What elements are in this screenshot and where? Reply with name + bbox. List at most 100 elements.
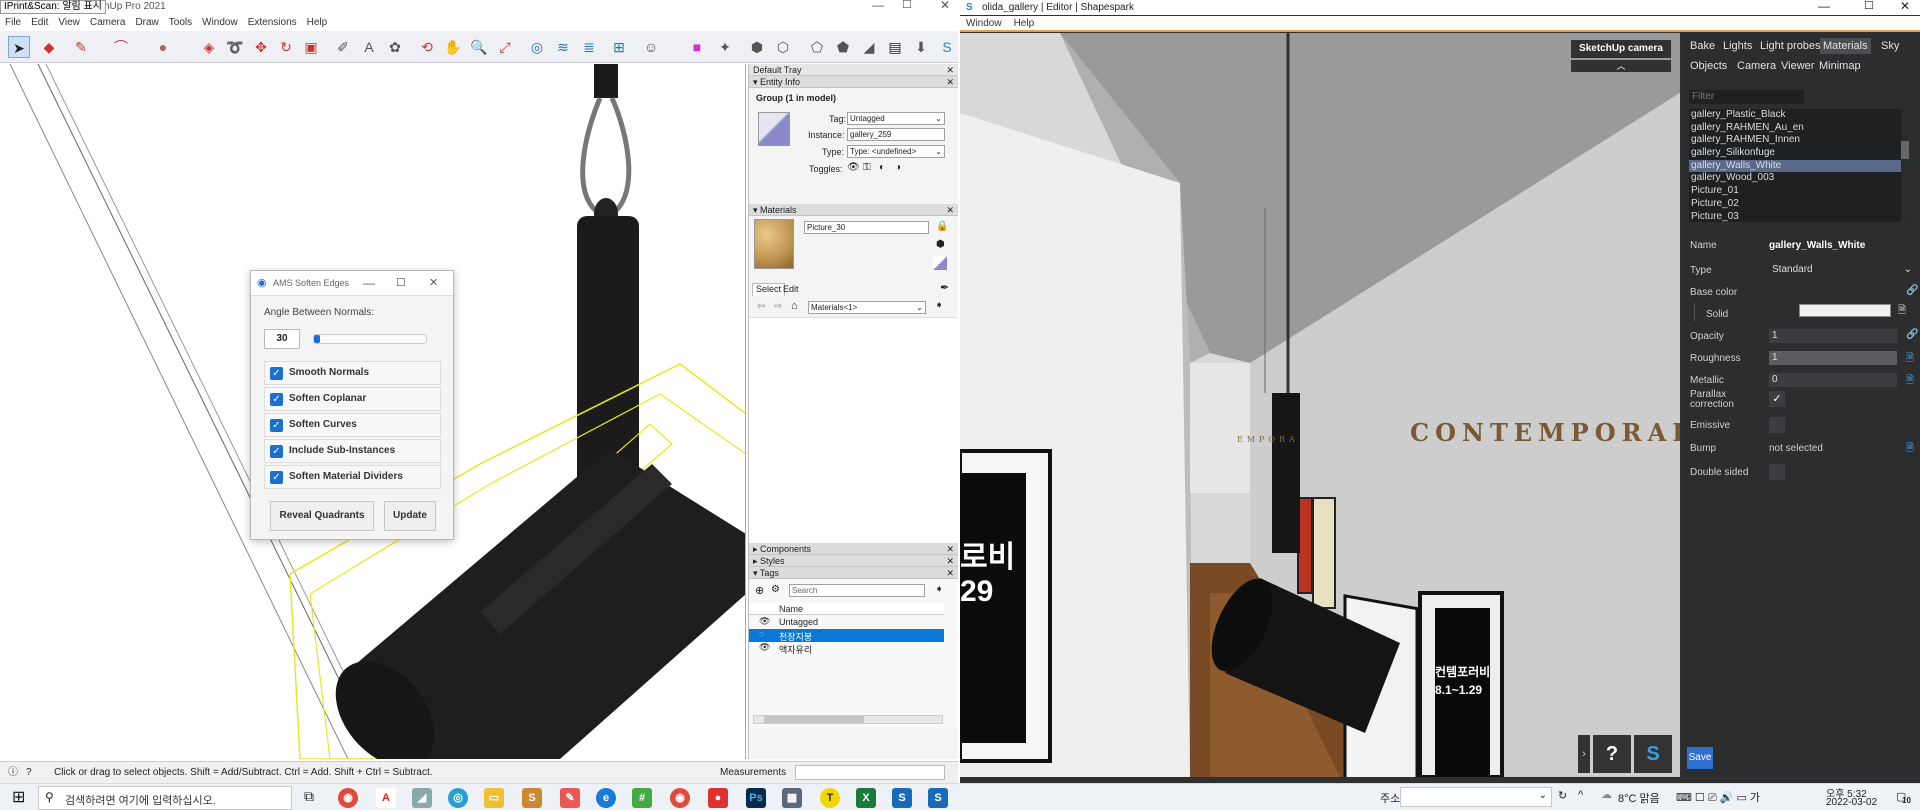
tab-lights[interactable]: Lights	[1720, 38, 1755, 54]
collapse-icon[interactable]: ︿	[1571, 60, 1671, 72]
opacity-input[interactable]: 1	[1769, 329, 1897, 343]
tag-row[interactable]: 👁 Untagged	[749, 616, 944, 629]
scale-tool-icon[interactable]: ▣	[300, 36, 322, 58]
arc-tool-icon[interactable]: ⌒	[110, 36, 132, 58]
shapespark-icon[interactable]: S	[936, 36, 958, 58]
eye-icon[interactable]: 👁	[847, 162, 860, 173]
measurements-input[interactable]	[795, 765, 945, 780]
scrollbar-thumb[interactable]	[764, 716, 864, 723]
weather-text[interactable]: 8°C 맑음	[1618, 790, 1660, 806]
dialog-maximize-icon[interactable]: ☐	[396, 271, 406, 296]
back-icon[interactable]: ⇦	[757, 301, 765, 312]
maximize-icon[interactable]: ☐	[902, 0, 912, 11]
follow-me-icon[interactable]: ➰	[224, 36, 246, 58]
move-tool-icon[interactable]: ✥	[250, 36, 272, 58]
tags-close-icon[interactable]: ✕	[946, 567, 954, 579]
sp-minimize-icon[interactable]: —	[1818, 0, 1830, 14]
clock-date[interactable]: 2022-03-02	[1826, 797, 1877, 808]
layers-icon[interactable]: ≋	[552, 36, 574, 58]
eyedropper-icon[interactable]: ✒	[940, 281, 949, 294]
pencil-tool-icon[interactable]: ✎	[70, 36, 92, 58]
texture-file-icon[interactable]: 🗎	[1906, 351, 1914, 368]
tag-select[interactable]: Untagged ⌄	[847, 112, 945, 125]
texture-file-icon[interactable]: 🗎	[1906, 373, 1914, 390]
rotate-tool-icon[interactable]: ↻	[275, 36, 297, 58]
material-item[interactable]: Picture_01	[1689, 185, 1909, 198]
shape-icon[interactable]: ⬠	[806, 36, 828, 58]
shadow-cast-icon[interactable]: ◐	[879, 162, 885, 173]
tab-light-probes[interactable]: Light probes	[1757, 38, 1824, 54]
tab-edit[interactable]: Edit	[783, 284, 799, 294]
tab-bake[interactable]: Bake	[1687, 38, 1718, 54]
tags-details-icon[interactable]: ➧	[935, 584, 943, 595]
instance-input[interactable]: gallery_259	[847, 128, 945, 141]
tab-minimap[interactable]: Minimap	[1816, 58, 1864, 74]
add-tag-icon[interactable]: ⊕	[755, 584, 764, 597]
link-icon[interactable]: 🔗	[1906, 285, 1918, 296]
material-swatch[interactable]	[754, 219, 794, 269]
material-item[interactable]: gallery_RAHMEN_Innen	[1689, 134, 1909, 147]
tab-camera[interactable]: Camera	[1734, 58, 1779, 74]
option-soften-material-dividers[interactable]: ✓ Soften Material Dividers	[264, 465, 441, 489]
metallic-input[interactable]: 0	[1769, 373, 1897, 387]
double-sided-checkbox[interactable]	[1769, 464, 1785, 480]
home-icon[interactable]: ⌂	[791, 300, 798, 312]
tab-objects[interactable]: Objects	[1687, 58, 1730, 74]
outliner-icon[interactable]: ◎	[526, 36, 548, 58]
materials-grid[interactable]	[749, 317, 958, 543]
box-icon[interactable]: ⬡	[772, 36, 794, 58]
slack-icon[interactable]: #	[632, 788, 652, 808]
edge-icon[interactable]: e	[596, 788, 616, 808]
menu-draw[interactable]: Draw	[130, 15, 163, 30]
dialog-minimize-icon[interactable]: —	[363, 271, 375, 296]
stack-icon[interactable]: ≣	[578, 36, 600, 58]
material-lock-icon[interactable]: 🔒	[936, 221, 948, 232]
type-select[interactable]: Type: <undefined> ⌄	[847, 145, 945, 158]
components-header[interactable]: ▸ Components ✕	[749, 543, 958, 555]
tab-materials[interactable]: Materials	[1820, 38, 1871, 54]
minimize-icon[interactable]: —	[872, 0, 884, 12]
angle-slider[interactable]	[313, 334, 427, 344]
checkbox-checked-icon[interactable]: ✓	[270, 393, 283, 406]
push-pull-icon[interactable]: ◈	[198, 36, 220, 58]
roughness-input[interactable]: 1	[1769, 351, 1897, 365]
shapespark-3d-view[interactable]: CONTEMPORAR EMPORA 로비 29 컨템포러비 8.1~1.29 …	[960, 33, 1680, 777]
texture-file-icon[interactable]: 🗎	[1898, 303, 1906, 320]
menu-help[interactable]: Help	[302, 15, 333, 30]
scrollbar-thumb[interactable]	[1901, 141, 1909, 159]
angle-input[interactable]: 30	[264, 329, 300, 349]
color-icon[interactable]: ■	[686, 36, 708, 58]
lock-icon[interactable]: ⚿	[863, 162, 871, 173]
dialog-close-icon[interactable]: ✕	[429, 271, 438, 296]
parallax-checkbox[interactable]: ✓	[1769, 391, 1785, 407]
paint-tool-icon[interactable]: ✿	[384, 36, 406, 58]
chrome-icon[interactable]: ◉	[338, 788, 358, 808]
photoshop-icon[interactable]: Ps	[746, 788, 766, 808]
menu-camera[interactable]: Camera	[85, 15, 131, 30]
checkbox-checked-icon[interactable]: ✓	[270, 367, 283, 380]
calculator-icon[interactable]: ▦	[782, 788, 802, 808]
taskbar-search[interactable]: ⚲ 검색하려면 여기에 입력하십시오.	[38, 786, 292, 810]
material-list-scrollbar[interactable]	[1901, 109, 1909, 222]
kakaotalk-icon[interactable]: T	[820, 788, 840, 808]
excel-icon[interactable]: X	[856, 788, 876, 808]
refresh-icon[interactable]: ↻	[1558, 789, 1567, 802]
sp-close-icon[interactable]: ✕	[1900, 0, 1910, 14]
menu-extensions[interactable]: Extensions	[243, 15, 302, 30]
material-item[interactable]: Picture_02	[1689, 198, 1909, 211]
material-item[interactable]: gallery_Wood_003	[1689, 172, 1909, 185]
tags-header[interactable]: ▾ Tags ✕	[749, 567, 958, 579]
help-button[interactable]: ?	[1593, 735, 1631, 773]
option-soften-coplanar[interactable]: ✓ Soften Coplanar	[264, 387, 441, 411]
chrome-2-icon[interactable]: ◉	[670, 788, 690, 808]
forward-icon[interactable]: ⇨	[774, 301, 782, 312]
materials-close-icon[interactable]: ✕	[946, 204, 954, 216]
shapespark-brand-icon[interactable]: S	[1634, 735, 1672, 773]
zoom-extents-icon[interactable]: ⤢	[494, 36, 516, 58]
materials-header[interactable]: ▾ Materials ✕	[749, 204, 958, 216]
browser-icon[interactable]: ◎	[448, 788, 468, 808]
material-item-selected[interactable]: gallery_Walls_White	[1689, 159, 1909, 173]
tab-sky[interactable]: Sky	[1878, 38, 1902, 54]
pin-icon[interactable]: ✦	[714, 36, 736, 58]
material-default-icon[interactable]: ⬢	[936, 239, 945, 250]
